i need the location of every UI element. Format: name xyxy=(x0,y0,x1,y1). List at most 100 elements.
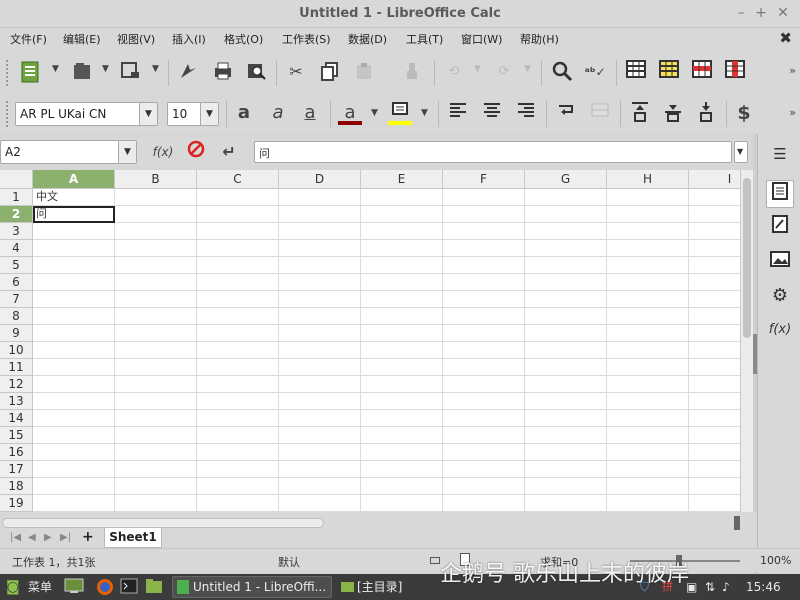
menu-edit[interactable]: 编辑(E) xyxy=(63,31,101,47)
cell-f15[interactable] xyxy=(443,427,525,444)
column-header-a[interactable]: A xyxy=(33,170,115,189)
row-header-6[interactable]: 6 xyxy=(0,274,33,291)
cell-h18[interactable] xyxy=(607,478,689,495)
first-sheet-icon[interactable]: |◀ xyxy=(10,532,21,543)
cell-c14[interactable] xyxy=(197,410,279,427)
row-header-13[interactable]: 13 xyxy=(0,393,33,410)
bold-icon[interactable]: a xyxy=(232,101,256,125)
toolbar-more-icon[interactable]: » xyxy=(789,64,796,77)
cell-h14[interactable] xyxy=(607,410,689,427)
cell-d11[interactable] xyxy=(279,359,361,376)
column-header-e[interactable]: E xyxy=(361,170,443,189)
cell-b19[interactable] xyxy=(115,495,197,512)
cell-i19[interactable] xyxy=(689,495,740,512)
column-header-d[interactable]: D xyxy=(279,170,361,189)
cancel-icon[interactable] xyxy=(184,140,208,164)
next-sheet-icon[interactable]: ▶ xyxy=(44,532,52,543)
cell-b3[interactable] xyxy=(115,223,197,240)
terminal-icon[interactable] xyxy=(120,578,138,596)
cell-f1[interactable] xyxy=(443,189,525,206)
cell-c15[interactable] xyxy=(197,427,279,444)
cell-g12[interactable] xyxy=(525,376,607,393)
column-header-h[interactable]: H xyxy=(607,170,689,189)
zoom-percent[interactable]: 100% xyxy=(760,554,791,567)
toolbar-grip-icon[interactable] xyxy=(6,60,10,86)
cell-f13[interactable] xyxy=(443,393,525,410)
row-icon[interactable] xyxy=(624,60,648,84)
new-dropdown-icon[interactable]: ▼ xyxy=(52,64,59,74)
files-icon[interactable] xyxy=(145,578,163,596)
cell-f9[interactable] xyxy=(443,325,525,342)
cell-a15[interactable] xyxy=(33,427,115,444)
cell-h6[interactable] xyxy=(607,274,689,291)
cell-h4[interactable] xyxy=(607,240,689,257)
cell-a11[interactable] xyxy=(33,359,115,376)
row-header-12[interactable]: 12 xyxy=(0,376,33,393)
menu-label[interactable]: 菜单 xyxy=(28,578,52,596)
cell-b5[interactable] xyxy=(115,257,197,274)
chevron-down-icon[interactable]: ▼ xyxy=(200,103,218,125)
cell-i1[interactable] xyxy=(689,189,740,206)
cell-g15[interactable] xyxy=(525,427,607,444)
cell-a1[interactable]: 中文 xyxy=(33,189,115,206)
styles-icon[interactable] xyxy=(766,214,794,242)
cell-b8[interactable] xyxy=(115,308,197,325)
copy-icon[interactable] xyxy=(318,60,342,84)
cell-g18[interactable] xyxy=(525,478,607,495)
cell-a19[interactable] xyxy=(33,495,115,512)
paste-icon[interactable] xyxy=(352,60,376,84)
cell-d5[interactable] xyxy=(279,257,361,274)
background-color-icon[interactable] xyxy=(388,101,412,125)
cell-g5[interactable] xyxy=(525,257,607,274)
center-vertically-icon[interactable] xyxy=(661,101,685,125)
column-header-g[interactable]: G xyxy=(525,170,607,189)
functions-icon[interactable]: f(x) xyxy=(766,316,794,344)
cell-a9[interactable] xyxy=(33,325,115,342)
cell-b16[interactable] xyxy=(115,444,197,461)
align-right-icon[interactable] xyxy=(514,101,538,125)
cell-b1[interactable] xyxy=(115,189,197,206)
cell-f11[interactable] xyxy=(443,359,525,376)
last-sheet-icon[interactable]: ▶| xyxy=(60,532,71,543)
column-header-c[interactable]: C xyxy=(197,170,279,189)
wrap-text-icon[interactable] xyxy=(555,101,579,125)
cell-c18[interactable] xyxy=(197,478,279,495)
cell-g16[interactable] xyxy=(525,444,607,461)
cell-h2[interactable] xyxy=(607,206,689,223)
cell-c5[interactable] xyxy=(197,257,279,274)
clone-formatting-icon[interactable] xyxy=(400,60,424,84)
cell-d12[interactable] xyxy=(279,376,361,393)
redo-icon[interactable]: ⟳ xyxy=(492,60,516,84)
undo-icon[interactable]: ⟲ xyxy=(442,60,466,84)
cell-f18[interactable] xyxy=(443,478,525,495)
cell-i4[interactable] xyxy=(689,240,740,257)
row-header-17[interactable]: 17 xyxy=(0,461,33,478)
currency-format-icon[interactable]: $ xyxy=(732,101,756,125)
cell-d19[interactable] xyxy=(279,495,361,512)
horizontal-scrollbar[interactable] xyxy=(2,518,324,528)
row-header-16[interactable]: 16 xyxy=(0,444,33,461)
taskbar-calc-button[interactable]: Untitled 1 - LibreOffi... xyxy=(172,576,332,598)
cell-f16[interactable] xyxy=(443,444,525,461)
row-header-2[interactable]: 2 xyxy=(0,206,33,223)
cell-h13[interactable] xyxy=(607,393,689,410)
align-bottom-icon[interactable] xyxy=(694,101,718,125)
italic-icon[interactable]: a xyxy=(266,101,290,125)
cell-c13[interactable] xyxy=(197,393,279,410)
font-size-combo[interactable]: 10 ▼ xyxy=(167,102,219,126)
menu-window[interactable]: 窗口(W) xyxy=(461,31,502,47)
menu-help[interactable]: 帮助(H) xyxy=(520,31,559,47)
delete-rows-icon[interactable] xyxy=(690,60,714,84)
row-header-9[interactable]: 9 xyxy=(0,325,33,342)
cell-b12[interactable] xyxy=(115,376,197,393)
cell-d15[interactable] xyxy=(279,427,361,444)
merge-cells-icon[interactable] xyxy=(588,101,612,125)
toolbar-more-icon[interactable]: » xyxy=(789,106,796,119)
cell-d13[interactable] xyxy=(279,393,361,410)
cell-d16[interactable] xyxy=(279,444,361,461)
cut-icon[interactable]: ✂ xyxy=(284,60,308,84)
cell-b18[interactable] xyxy=(115,478,197,495)
cell-b7[interactable] xyxy=(115,291,197,308)
cell-d8[interactable] xyxy=(279,308,361,325)
properties-icon[interactable] xyxy=(766,180,794,208)
